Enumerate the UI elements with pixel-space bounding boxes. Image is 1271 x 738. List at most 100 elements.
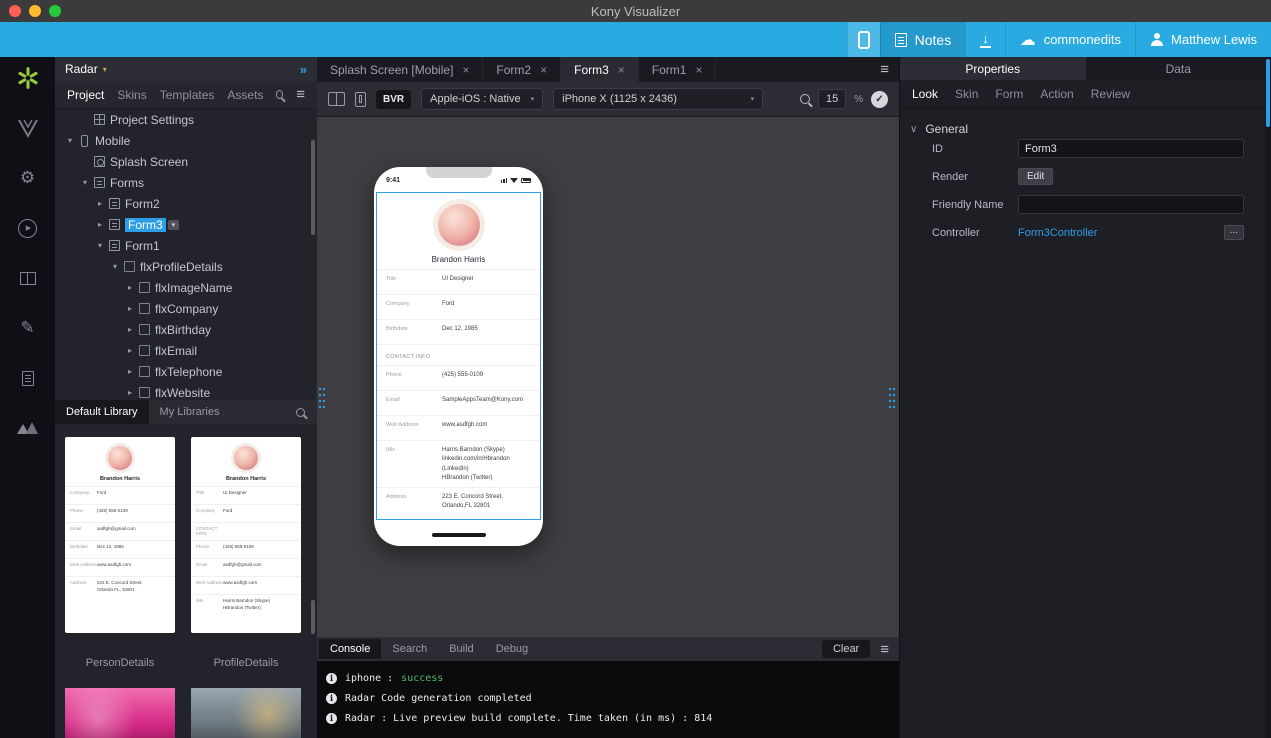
scrollbar-thumb[interactable] [1266, 59, 1270, 127]
publish-download-button[interactable]: ↓ [965, 22, 1005, 57]
close-window-button[interactable] [9, 5, 21, 17]
tree-expand-icon[interactable]: ▸ [123, 304, 137, 313]
channel-selector[interactable]: Radar ▾ » [55, 57, 317, 81]
tree-expand-icon[interactable]: ▾ [108, 262, 122, 271]
profile-field-row[interactable]: Email SampleAppsTeam@Kony.com [377, 390, 540, 415]
tree-item[interactable]: ▸ flxCompany ▾ [55, 298, 317, 319]
library-scrollbar[interactable] [311, 600, 315, 634]
close-tab-icon[interactable]: × [695, 63, 702, 77]
tab-form3[interactable]: Form3 × [561, 57, 639, 82]
tree-item[interactable]: ▸ Form3 ▾ [55, 214, 317, 235]
profile-field-row[interactable]: Title UI Designer [377, 269, 540, 294]
tab-project[interactable]: Project [67, 88, 104, 102]
left-splitter-grip[interactable] [318, 386, 325, 412]
tab-console[interactable]: Console [319, 639, 382, 659]
community-icon[interactable] [13, 415, 43, 441]
library-thumb-city[interactable] [191, 688, 301, 738]
tab-splash-screen[interactable]: Splash Screen [Mobile] × [317, 57, 484, 82]
properties-scrollbar[interactable] [1265, 57, 1271, 738]
device-frame-icon[interactable] [355, 91, 366, 107]
collapse-panel-icon[interactable]: » [300, 62, 307, 77]
subtab-look[interactable]: Look [912, 87, 938, 101]
library-thumb-crowd[interactable] [65, 688, 175, 738]
device-dropdown[interactable]: iPhone X (1125 x 2436) ▾ [553, 88, 764, 110]
tab-properties[interactable]: Properties [900, 57, 1086, 80]
tree-item[interactable]: ▸ flxImageName ▾ [55, 277, 317, 298]
library-card-persondetails[interactable]: Brandon Harris Company Ford Phone (425) … [65, 437, 175, 633]
tab-default-library[interactable]: Default Library [55, 400, 149, 424]
tab-build[interactable]: Build [438, 639, 484, 659]
tree-expand-icon[interactable]: ▾ [63, 136, 77, 145]
edit-render-button[interactable]: Edit [1018, 168, 1054, 185]
zoom-icon[interactable] [800, 94, 811, 104]
controller-more-button[interactable]: ... [1223, 225, 1244, 240]
tree-item[interactable]: ▸ flxTelephone ▾ [55, 361, 317, 382]
tree-expand-icon[interactable]: ▸ [123, 388, 137, 397]
tab-assets[interactable]: Assets [227, 88, 263, 102]
profile-header[interactable]: Brandon Harris [377, 193, 540, 269]
editor-tabs-menu-icon[interactable]: ≡ [880, 61, 889, 78]
library-card-profiledetails[interactable]: Brandon Harris Title UI Designer Company… [191, 437, 301, 633]
search-icon[interactable] [276, 90, 284, 99]
user-menu[interactable]: Matthew Lewis [1135, 22, 1271, 57]
tab-my-libraries[interactable]: My Libraries [149, 400, 231, 424]
tree-item[interactable]: Project Settings ▾ [55, 109, 317, 130]
documents-icon[interactable] [13, 365, 43, 391]
tab-search[interactable]: Search [381, 639, 438, 659]
subtab-form[interactable]: Form [995, 87, 1023, 101]
apply-check-icon[interactable]: ✓ [871, 90, 888, 108]
cloud-account-button[interactable]: ☁ commonedits [1004, 22, 1135, 57]
settings-gear-icon[interactable]: ⚙ [13, 165, 43, 191]
profile-field-row[interactable]: Phone (425) 555-0109 [377, 365, 540, 390]
tab-form2[interactable]: Form2 × [483, 57, 562, 82]
tree-expand-icon[interactable]: ▸ [123, 367, 137, 376]
tree-expand-icon[interactable]: ▾ [93, 241, 107, 250]
tab-debug[interactable]: Debug [485, 639, 539, 659]
profile-field-row[interactable]: Web Address www.asdfgh.com [377, 415, 540, 440]
tree-item[interactable]: ▸ Form2 ▾ [55, 193, 317, 214]
tab-form1[interactable]: Form1 × [639, 57, 717, 82]
tree-item[interactable]: Splash Screen ▾ [55, 151, 317, 172]
storyboard-icon[interactable] [328, 92, 345, 106]
close-tab-icon[interactable]: × [462, 63, 469, 77]
tree-item[interactable]: ▸ flxBirthday ▾ [55, 319, 317, 340]
rename-caret-icon[interactable]: ▾ [167, 219, 180, 230]
tree-expand-icon[interactable]: ▸ [123, 283, 137, 292]
annotate-pen-icon[interactable]: ✎ [13, 315, 43, 341]
close-tab-icon[interactable]: × [540, 63, 547, 77]
tab-data[interactable]: Data [1085, 57, 1271, 80]
clear-console-button[interactable]: Clear [821, 640, 871, 658]
explorer-scrollbar[interactable] [311, 140, 315, 235]
form3-design-surface[interactable]: Brandon Harris Title UI Designer Company [376, 192, 541, 520]
general-section-header[interactable]: ∨ General [900, 108, 1271, 136]
id-input[interactable] [1018, 139, 1244, 158]
tree-expand-icon[interactable]: ▸ [123, 325, 137, 334]
tree-item[interactable]: ▸ flxEmail ▾ [55, 340, 317, 361]
profile-field-row[interactable]: Birthdate Dec 12, 1985 [377, 319, 540, 344]
notes-button[interactable]: Notes [879, 22, 966, 57]
tab-templates[interactable]: Templates [160, 88, 215, 102]
right-splitter-grip[interactable] [888, 386, 895, 412]
subtab-action[interactable]: Action [1040, 87, 1073, 101]
preview-play-icon[interactable]: ▶ [13, 215, 43, 241]
tree-item[interactable]: ▾ Forms ▾ [55, 172, 317, 193]
window-controls[interactable] [9, 5, 61, 17]
tree-item[interactable]: ▾ flxProfileDetails ▾ [55, 256, 317, 277]
subtab-review[interactable]: Review [1091, 87, 1130, 101]
tree-item[interactable]: ▾ Mobile ▾ [55, 130, 317, 151]
device-preview-button[interactable] [846, 22, 880, 57]
profile-field-row[interactable]: Company Ford [377, 294, 540, 319]
tree-item[interactable]: ▾ Form1 ▾ [55, 235, 317, 256]
profile-field-row[interactable]: Address 223 E. Concord Street, Orlando,F… [377, 487, 540, 516]
profile-field-row[interactable]: IMs Harris.Barndon (Skype) linkedin.com/… [377, 440, 540, 487]
tree-expand-icon[interactable]: ▸ [93, 220, 107, 229]
zoom-window-button[interactable] [49, 5, 61, 17]
minimize-window-button[interactable] [29, 5, 41, 17]
tree-expand-icon[interactable]: ▾ [78, 178, 92, 187]
tree-item[interactable]: ▸ flxWebsite ▾ [55, 382, 317, 400]
workspace-panels-icon[interactable] [13, 265, 43, 291]
tree-expand-icon[interactable]: ▸ [93, 199, 107, 208]
friendly-name-input[interactable] [1018, 195, 1244, 214]
tab-skins[interactable]: Skins [117, 88, 146, 102]
platform-dropdown[interactable]: Apple-iOS : Native ▾ [421, 88, 544, 110]
